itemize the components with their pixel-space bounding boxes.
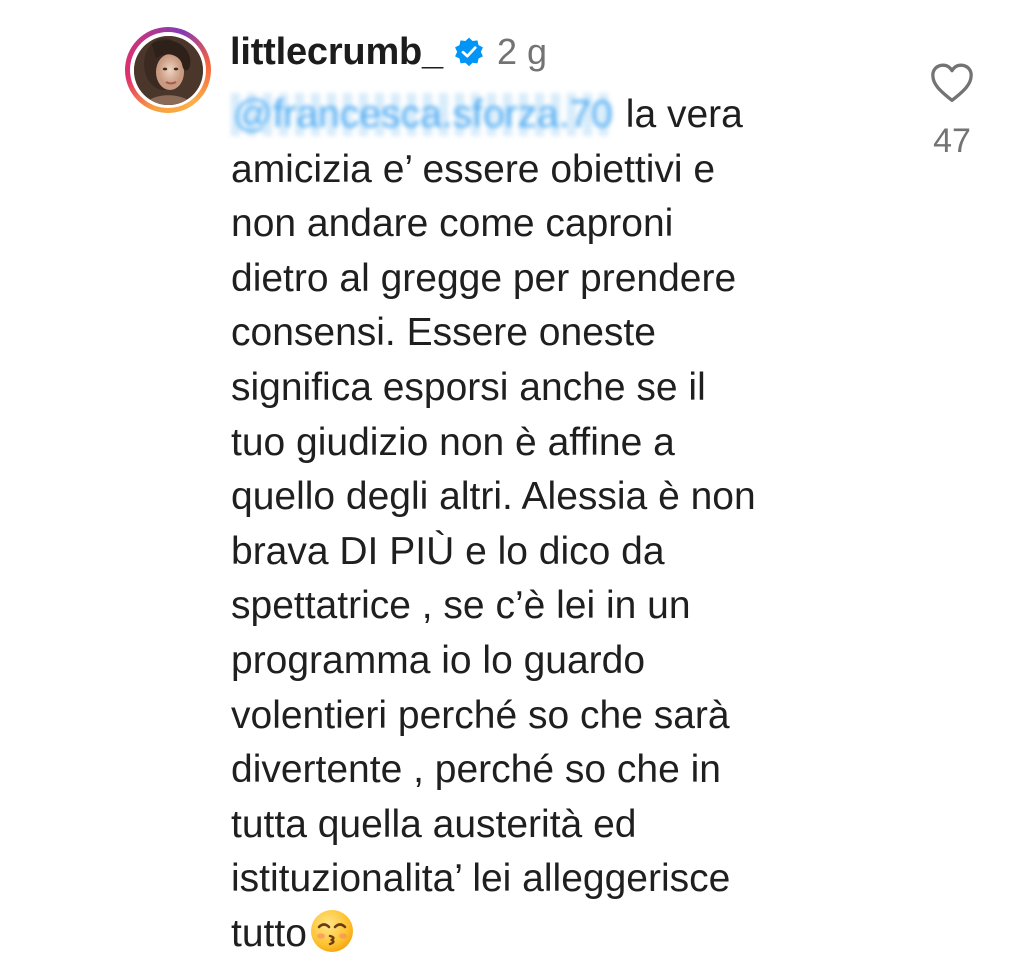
comment-text-segment: tutto	[231, 911, 307, 955]
username-link[interactable]: littlecrumb_	[230, 31, 443, 74]
comment-line: istituzionalita’ lei alleggerisce	[231, 857, 731, 901]
comment-line: quello degli altri. Alessia è non	[231, 475, 756, 519]
comment-line: tuo giudizio non è affine a	[231, 420, 675, 464]
avatar-border	[130, 32, 206, 108]
avatar[interactable]	[133, 35, 203, 105]
heart-outline-icon[interactable]	[930, 62, 974, 104]
verified-badge-icon	[453, 36, 485, 68]
comment-last-line: tutto	[231, 907, 891, 962]
comment-line: programma io lo guardo	[231, 638, 646, 682]
comment-line: consensi. Essere oneste	[231, 311, 656, 355]
comment-line: divertente , perché so che in	[231, 748, 721, 792]
comment-line: tutta quella austerità ed	[231, 802, 637, 846]
comment-line-1: @francesca.sforza.70 la vera	[231, 88, 891, 143]
mention-link[interactable]: @francesca.sforza.70	[231, 88, 615, 143]
avatar-story-ring[interactable]	[125, 27, 211, 113]
like-column: 47	[926, 62, 978, 161]
comment-line: dietro al gregge per prendere	[231, 256, 737, 300]
kissing-face-with-smiling-eyes-icon	[309, 908, 355, 954]
avatar-photo-icon	[133, 35, 203, 105]
comment-timestamp: 2 g	[496, 31, 548, 72]
comment-line: amicizia e’ essere obiettivi e	[231, 147, 716, 191]
comment-line: volentieri perché so che sarà	[231, 693, 730, 737]
comment-line: significa esporsi anche se il	[231, 365, 706, 409]
mention-blurred-text: @francesca.sforza.70	[231, 93, 615, 136]
comment-text: @francesca.sforza.70 la vera amicizia e’…	[231, 88, 891, 962]
comment-line: brava DI PIÙ e lo dico da	[231, 529, 665, 573]
comment-text-segment: la vera	[625, 93, 743, 136]
comment-line: spettatrice , se c’è lei in un	[231, 584, 691, 628]
like-count: 47	[933, 122, 971, 160]
comment-header: littlecrumb_ 2 g	[230, 26, 547, 78]
comment-line: non andare come caproni	[231, 202, 674, 246]
